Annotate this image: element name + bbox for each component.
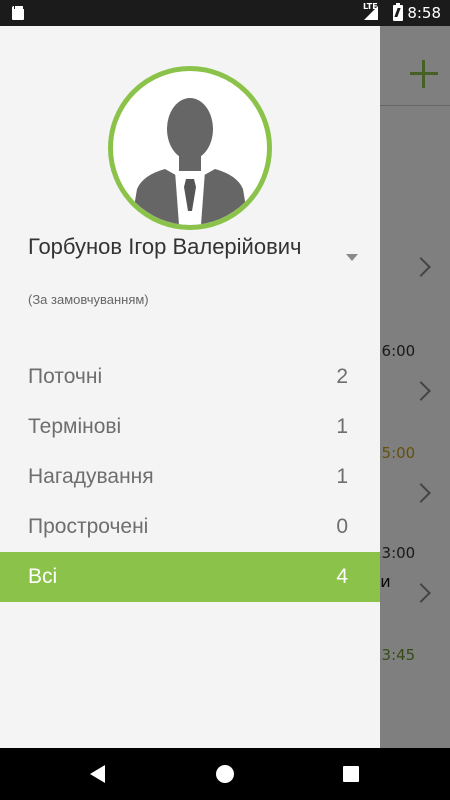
user-account-subtitle: (За замовчуванням) <box>28 292 149 307</box>
menu-item-overdue[interactable]: Прострочені 0 <box>0 502 380 552</box>
status-clock: 8:58 <box>407 4 441 22</box>
menu-item-label: Нагадування <box>28 465 154 488</box>
menu-item-all[interactable]: Всі 4 <box>0 552 380 602</box>
menu-item-current[interactable]: Поточні 2 <box>0 352 380 402</box>
navigation-bar <box>0 748 450 800</box>
account-dropdown-icon[interactable] <box>346 254 358 261</box>
avatar[interactable] <box>108 66 272 230</box>
recents-icon[interactable] <box>343 766 359 782</box>
back-icon[interactable] <box>90 765 105 783</box>
home-icon[interactable] <box>216 765 234 783</box>
sd-card-icon <box>12 6 24 20</box>
menu-item-label: Термінові <box>28 415 122 438</box>
drawer-menu: Поточні 2 Термінові 1 Нагадування 1 Прос… <box>0 352 380 602</box>
menu-item-label: Поточні <box>28 365 103 388</box>
menu-item-reminders[interactable]: Нагадування 1 <box>0 452 380 502</box>
menu-item-label: Всі <box>28 565 58 588</box>
menu-item-urgent[interactable]: Термінові 1 <box>0 402 380 452</box>
menu-item-count: 2 <box>336 365 348 388</box>
navigation-drawer: Горбунов Ігор Валерійович (За замовчуван… <box>0 26 380 748</box>
status-bar: LTE 8:58 <box>0 0 450 26</box>
battery-icon <box>393 3 403 21</box>
user-name: Горбунов Ігор Валерійович <box>28 234 302 259</box>
menu-item-count: 0 <box>336 515 348 538</box>
menu-item-count: 1 <box>336 465 348 488</box>
user-silhouette-icon <box>131 98 249 225</box>
menu-item-count: 1 <box>336 415 348 438</box>
signal-icon <box>364 6 378 20</box>
menu-item-count: 4 <box>336 565 348 588</box>
menu-item-label: Прострочені <box>28 515 149 538</box>
